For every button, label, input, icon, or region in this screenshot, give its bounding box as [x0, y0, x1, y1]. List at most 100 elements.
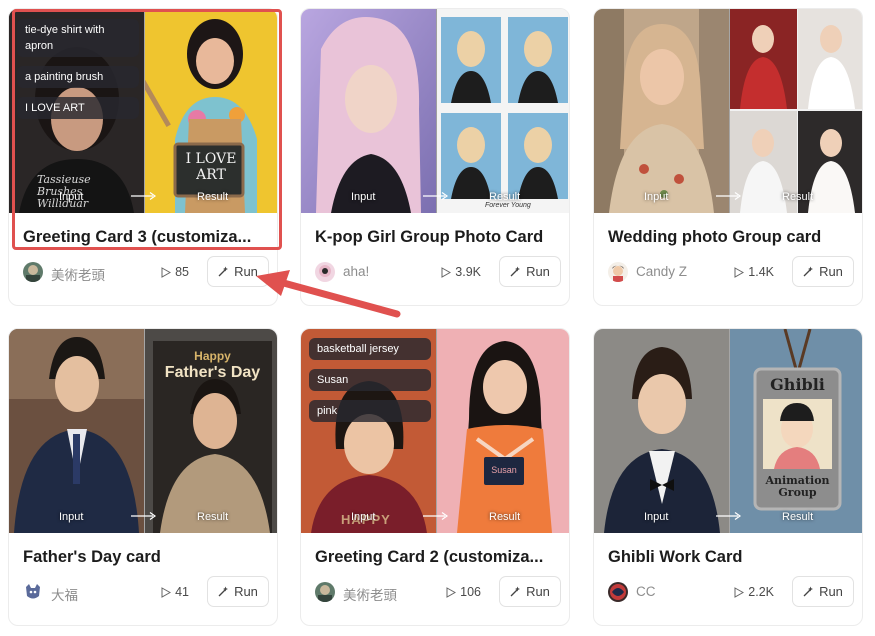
arrow-right-icon [716, 512, 742, 520]
result-image: Ghibli Animation Group Result [729, 329, 862, 533]
arrow-right-icon [131, 192, 157, 200]
card-thumbnail[interactable]: Input Ghibli Animation Group Result [594, 329, 862, 533]
result-image: Result [729, 9, 862, 213]
card-title[interactable]: Ghibli Work Card [608, 548, 854, 567]
prompt-chip[interactable]: pink [309, 400, 431, 422]
run-count-value: 3.9K [455, 265, 481, 279]
result-image: Forever Young Result [436, 9, 569, 213]
template-grid: Tassieuse Brushes Williduar tie-dye shir… [0, 0, 875, 636]
arrow-right-icon [131, 512, 157, 520]
magic-wand-icon [803, 266, 814, 277]
run-count: 1.4K [734, 265, 774, 279]
run-count-value: 1.4K [748, 265, 774, 279]
magic-wand-icon [510, 586, 521, 597]
card-meta: 美術老頭 106 Run [315, 575, 561, 609]
author-name[interactable]: aha! [343, 264, 369, 279]
run-count-value: 85 [175, 265, 189, 279]
prompt-chip[interactable]: I LOVE ART [17, 97, 139, 119]
author-name[interactable]: 美術老頭 [343, 584, 397, 604]
template-card[interactable]: Input Happy Father's Day Result Father's… [8, 328, 278, 626]
play-icon [161, 586, 172, 598]
run-button[interactable]: Run [207, 256, 269, 287]
card-title[interactable]: Father's Day card [23, 548, 269, 567]
card-thumbnail[interactable]: Tassieuse Brushes Williduar tie-dye shir… [9, 9, 277, 213]
card-title[interactable]: K-pop Girl Group Photo Card [315, 228, 561, 247]
template-card[interactable]: Input Forever Young Result K-pop Girl Gr… [300, 8, 570, 306]
avatar[interactable] [23, 262, 43, 282]
card-thumbnail[interactable]: Input Result [594, 9, 862, 213]
input-image: Input [594, 329, 729, 533]
footer-text: Forever Young [485, 202, 531, 209]
author-name[interactable]: CC [636, 584, 656, 599]
run-count-value: 41 [175, 585, 189, 599]
run-button[interactable]: Run [499, 576, 561, 607]
magic-wand-icon [218, 586, 229, 597]
template-card[interactable]: Tassieuse Brushes Williduar tie-dye shir… [8, 8, 278, 306]
input-image: HAPPY basketball jersey Susan pink Input [301, 329, 436, 533]
card-thumbnail[interactable]: Input Forever Young Result [301, 9, 569, 213]
run-button[interactable]: Run [792, 256, 854, 287]
input-label: Input [59, 191, 84, 203]
run-button[interactable]: Run [499, 256, 561, 287]
input-label: Input [351, 191, 376, 203]
badge-title: Ghibli [770, 375, 825, 394]
author-name[interactable]: 大福 [51, 584, 78, 604]
result-label: Result [489, 191, 521, 203]
result-label: Result [197, 511, 229, 523]
run-count: 2.2K [734, 585, 774, 599]
play-icon [734, 266, 745, 278]
run-button[interactable]: Run [207, 576, 269, 607]
magic-wand-icon [218, 266, 229, 277]
result-label: Result [489, 511, 521, 523]
run-button-label: Run [819, 264, 843, 279]
result-label: Result [197, 191, 229, 203]
run-button-label: Run [234, 264, 258, 279]
template-card[interactable]: Input Ghibli Animation Group Result Ghib… [593, 328, 863, 626]
arrow-right-icon [423, 192, 449, 200]
card-title[interactable]: Greeting Card 3 (customiza... [23, 228, 269, 247]
run-button-label: Run [819, 584, 843, 599]
badge-caption: Animation Group [765, 474, 830, 499]
arrow-right-icon [716, 192, 742, 200]
play-icon [441, 266, 452, 278]
prompt-chip[interactable]: a painting brush [17, 66, 139, 88]
greeting-small: Happy [194, 349, 231, 363]
input-image: Input [9, 329, 144, 533]
card-title[interactable]: Wedding photo Group card [608, 228, 854, 247]
author-name[interactable]: Candy Z [636, 264, 687, 279]
card-name-text: Susan [491, 465, 517, 475]
input-label: Input [351, 511, 376, 523]
result-label: Result [782, 511, 814, 523]
card-thumbnail[interactable]: HAPPY basketball jersey Susan pink Input… [301, 329, 569, 533]
input-label: Input [644, 511, 669, 523]
input-image: Tassieuse Brushes Williduar tie-dye shir… [9, 9, 144, 213]
avatar[interactable] [315, 582, 335, 602]
card-meta: Candy Z 1.4K Run [608, 255, 854, 289]
avatar[interactable] [608, 262, 628, 282]
avatar[interactable] [315, 262, 335, 282]
play-icon [446, 586, 457, 598]
prompt-chip[interactable]: basketball jersey [309, 338, 431, 360]
input-image: Input [301, 9, 436, 213]
card-meta: 大福 41 Run [23, 575, 269, 609]
run-count: 85 [161, 265, 189, 279]
run-button[interactable]: Run [792, 576, 854, 607]
run-count-value: 106 [460, 585, 481, 599]
prompt-chip[interactable]: tie-dye shirt with apron [17, 19, 139, 57]
result-image: Susan Result [436, 329, 569, 533]
author-name[interactable]: 美術老頭 [51, 264, 105, 284]
avatar[interactable] [608, 582, 628, 602]
arrow-right-icon [423, 512, 449, 520]
input-label: Input [644, 191, 669, 203]
template-card[interactable]: HAPPY basketball jersey Susan pink Input… [300, 328, 570, 626]
template-card[interactable]: Input Result Wedding photo Group card Ca… [593, 8, 863, 306]
input-label: Input [59, 511, 84, 523]
result-image: Happy Father's Day Result [144, 329, 277, 533]
play-icon [161, 266, 172, 278]
prompt-chip[interactable]: Susan [309, 369, 431, 391]
card-thumbnail[interactable]: Input Happy Father's Day Result [9, 329, 277, 533]
avatar[interactable] [23, 582, 43, 602]
card-title[interactable]: Greeting Card 2 (customiza... [315, 548, 561, 567]
magic-wand-icon [510, 266, 521, 277]
run-button-label: Run [526, 264, 550, 279]
